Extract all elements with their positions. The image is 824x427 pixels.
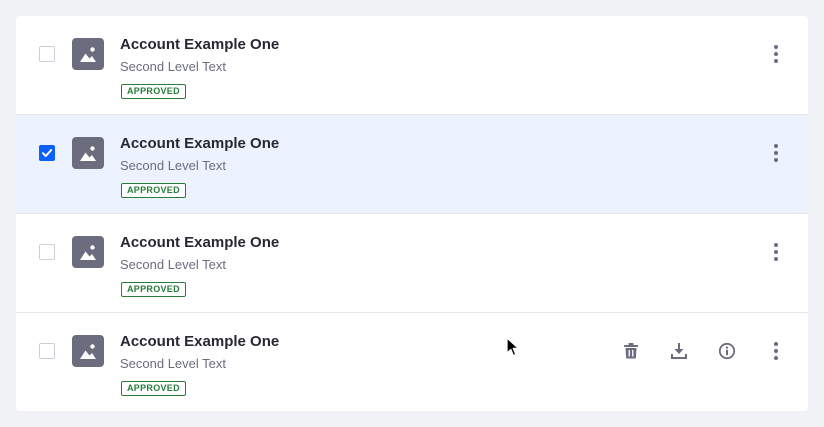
item-title[interactable]: Account Example One — [120, 36, 279, 53]
item-title[interactable]: Account Example One — [120, 333, 279, 350]
list-item[interactable]: Account Example One Second Level Text AP… — [16, 214, 808, 313]
check-icon — [42, 149, 53, 157]
image-icon — [72, 335, 104, 367]
list-group: Account Example One Second Level Text AP… — [16, 16, 808, 411]
row-checkbox[interactable] — [39, 46, 55, 62]
row-checkbox[interactable] — [39, 244, 55, 260]
item-title[interactable]: Account Example One — [120, 234, 279, 251]
more-options-icon[interactable] — [768, 141, 784, 165]
status-badge: APPROVED — [121, 183, 186, 198]
more-options-icon[interactable] — [768, 240, 784, 264]
list-item[interactable]: Account Example One Second Level Text AP… — [16, 313, 808, 411]
item-subtitle: Second Level Text — [120, 356, 226, 371]
info-icon[interactable] — [715, 339, 739, 363]
trash-icon[interactable] — [619, 339, 643, 363]
image-icon — [72, 236, 104, 268]
image-icon — [72, 137, 104, 169]
image-icon — [72, 38, 104, 70]
item-subtitle: Second Level Text — [120, 257, 226, 272]
list-item[interactable]: Account Example One Second Level Text AP… — [16, 16, 808, 115]
more-options-icon[interactable] — [768, 339, 784, 363]
item-title[interactable]: Account Example One — [120, 135, 279, 152]
row-checkbox[interactable] — [39, 343, 55, 359]
more-options-icon[interactable] — [768, 42, 784, 66]
item-subtitle: Second Level Text — [120, 59, 226, 74]
status-badge: APPROVED — [121, 282, 186, 297]
status-badge: APPROVED — [121, 381, 186, 396]
mouse-cursor-icon — [506, 337, 519, 356]
list-item[interactable]: Account Example One Second Level Text AP… — [16, 115, 808, 214]
status-badge: APPROVED — [121, 84, 186, 99]
download-icon[interactable] — [667, 339, 691, 363]
item-subtitle: Second Level Text — [120, 158, 226, 173]
row-checkbox[interactable] — [39, 145, 55, 161]
